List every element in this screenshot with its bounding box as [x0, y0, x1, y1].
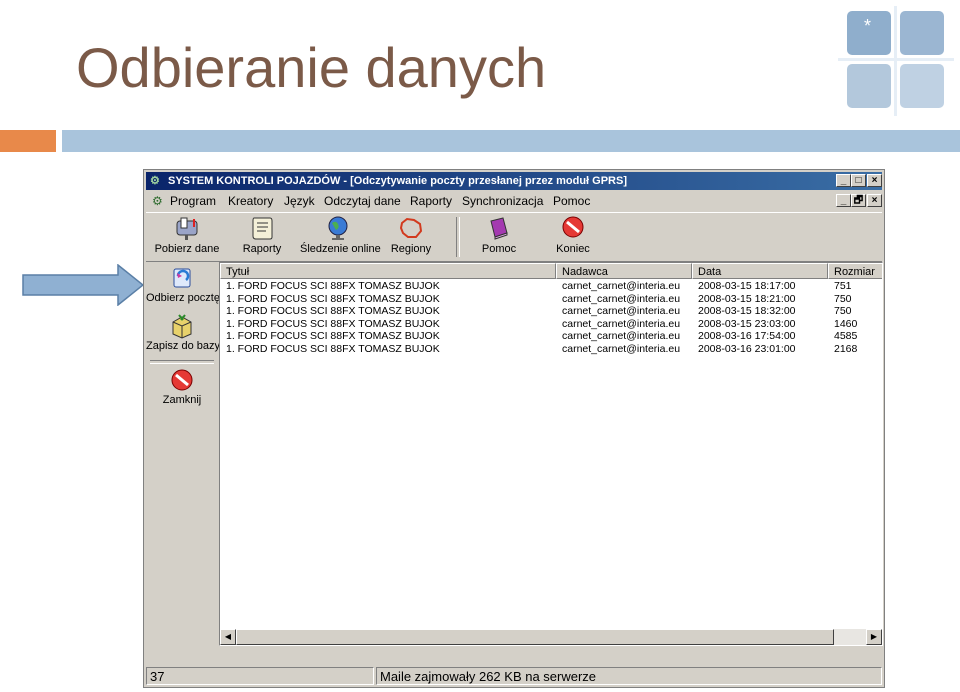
- side-action-label: Zapisz do bazy: [146, 340, 220, 352]
- scroll-left-icon[interactable]: ◀: [220, 629, 236, 645]
- mdi-minimize-button[interactable]: _: [836, 194, 851, 207]
- accent-bar-blue: [62, 130, 960, 152]
- cell-date: 2008-03-16 23:01:00: [698, 343, 796, 355]
- detail-strip: [219, 648, 883, 664]
- accent-bar-orange: [0, 130, 56, 152]
- toolbar-label: Pobierz dane: [154, 243, 220, 255]
- cell-sender: carnet_carnet@interia.eu: [562, 343, 681, 355]
- cell-sender: carnet_carnet@interia.eu: [562, 292, 681, 305]
- cell-sender: carnet_carnet@interia.eu: [562, 280, 681, 292]
- menu-synchronizacja[interactable]: Synchronizacja: [462, 191, 543, 211]
- toolbar-label: Koniec: [556, 243, 590, 255]
- toolbar-label: Pomoc: [481, 243, 517, 255]
- cell-date: 2008-03-15 18:17:00: [698, 280, 796, 292]
- mdi-close-button[interactable]: ×: [867, 194, 882, 207]
- scrollbar-thumb[interactable]: [236, 629, 834, 645]
- cell-size: 1460: [834, 317, 858, 330]
- stop-icon: [171, 369, 193, 391]
- side-action-label: Zamknij: [162, 394, 202, 406]
- toolbar-separator: [456, 217, 460, 257]
- table-row[interactable]: 1. FORD FOCUS SCI 88FX TOMASZ BUJOK carn…: [220, 318, 882, 330]
- mdi-restore-button[interactable]: 🗗: [851, 194, 866, 207]
- status-count: 37: [146, 667, 374, 685]
- cell-title: 1. FORD FOCUS SCI 88FX TOMASZ BUJOK: [226, 343, 440, 355]
- menu-jezyk[interactable]: Język: [284, 191, 315, 211]
- cell-date: 2008-03-15 18:21:00: [698, 292, 796, 305]
- receive-mail-icon: [173, 268, 191, 288]
- menu-kreatory[interactable]: Kreatory: [228, 191, 273, 211]
- toolbar-pobierz-dane-button[interactable]: Pobierz dane: [150, 215, 224, 259]
- toolbar-label: Raporty: [242, 243, 282, 255]
- globe-icon: [328, 216, 348, 240]
- cell-date: 2008-03-15 23:03:00: [698, 317, 796, 330]
- column-header-tytul[interactable]: Tytuł: [220, 263, 556, 279]
- maximize-button[interactable]: □: [851, 174, 866, 187]
- side-action-panel: Odbierz pocztę Zapisz do bazy Zamknij: [146, 262, 220, 654]
- toolbar: Pobierz dane Raporty Śledzenie online Re…: [146, 212, 882, 262]
- table-row[interactable]: 1. FORD FOCUS SCI 88FX TOMASZ BUJOK carn…: [220, 343, 882, 355]
- side-action-label: Odbierz pocztę: [146, 292, 220, 304]
- box-icon: [172, 314, 192, 339]
- logo-star: *: [864, 16, 872, 36]
- cell-sender: carnet_carnet@interia.eu: [562, 317, 681, 330]
- cell-sender: carnet_carnet@interia.eu: [562, 305, 681, 318]
- cell-size: 751: [834, 280, 852, 292]
- window-titlebar[interactable]: ⚙ SYSTEM KONTROLI POJAZDÓW - [Odczytywan…: [146, 172, 882, 190]
- app-window: ⚙ SYSTEM KONTROLI POJAZDÓW - [Odczytywan…: [143, 169, 885, 688]
- cell-title: 1. FORD FOCUS SCI 88FX TOMASZ BUJOK: [226, 317, 440, 330]
- cell-date: 2008-03-16 17:54:00: [698, 330, 796, 343]
- help-book-icon: [490, 217, 508, 240]
- table-row[interactable]: 1. FORD FOCUS SCI 88FX TOMASZ BUJOK carn…: [220, 330, 882, 342]
- mail-list: Tytuł Nadawca Data Rozmiar 1. FORD FOCUS…: [219, 262, 883, 646]
- toolbar-raporty-button[interactable]: Raporty: [234, 215, 290, 259]
- mailbox-icon: [176, 217, 198, 240]
- table-row[interactable]: 1. FORD FOCUS SCI 88FX TOMASZ BUJOK carn…: [220, 280, 882, 292]
- cell-sender: carnet_carnet@interia.eu: [562, 330, 681, 343]
- column-header-nadawca[interactable]: Nadawca: [556, 263, 692, 279]
- scroll-right-icon[interactable]: ▶: [866, 629, 882, 645]
- column-header-rozmiar[interactable]: Rozmiar: [828, 263, 882, 279]
- status-message: Maile zajmowały 262 KB na serwerze: [376, 667, 882, 685]
- table-row[interactable]: 1. FORD FOCUS SCI 88FX TOMASZ BUJOK carn…: [220, 305, 882, 317]
- toolbar-pomoc-button[interactable]: Pomoc: [476, 215, 522, 259]
- cell-size: 750: [834, 292, 852, 305]
- cell-date: 2008-03-15 18:32:00: [698, 305, 796, 318]
- cell-size: 4585: [834, 330, 858, 343]
- cell-size: 750: [834, 305, 852, 318]
- menu-program[interactable]: Program: [170, 191, 216, 211]
- mdi-car-icon[interactable]: ⚙: [152, 195, 166, 207]
- side-panel-separator: [150, 360, 214, 364]
- stop-icon: [562, 216, 584, 238]
- toolbar-sledzenie-online-button[interactable]: Śledzenie online: [300, 215, 381, 259]
- zamknij-button[interactable]: Zamknij: [146, 366, 218, 406]
- toolbar-koniec-button[interactable]: Koniec: [550, 215, 596, 259]
- column-header-data[interactable]: Data: [692, 263, 828, 279]
- window-title: SYSTEM KONTROLI POJAZDÓW - [Odczytywanie…: [168, 175, 628, 187]
- menu-pomoc[interactable]: Pomoc: [553, 191, 590, 211]
- toolbar-label: Regiony: [390, 243, 432, 255]
- horizontal-scrollbar[interactable]: ◀ ▶: [220, 629, 882, 645]
- scroll-icon: [252, 217, 273, 240]
- minimize-button[interactable]: _: [836, 174, 851, 187]
- menu-raporty[interactable]: Raporty: [410, 191, 452, 211]
- cell-title: 1. FORD FOCUS SCI 88FX TOMASZ BUJOK: [226, 292, 440, 305]
- pointer-arrow-icon: [22, 264, 144, 306]
- table-row[interactable]: 1. FORD FOCUS SCI 88FX TOMASZ BUJOK carn…: [220, 293, 882, 305]
- zapisz-do-bazy-button[interactable]: Zapisz do bazy: [146, 312, 220, 352]
- odbierz-poczte-button[interactable]: Odbierz pocztę: [146, 264, 220, 304]
- cell-title: 1. FORD FOCUS SCI 88FX TOMASZ BUJOK: [226, 280, 440, 292]
- cell-size: 2168: [834, 343, 858, 355]
- menu-bar: ⚙ Program Kreatory Język Odczytaj dane R…: [146, 191, 882, 211]
- status-bar: 37 Maile zajmowały 262 KB na serwerze: [146, 666, 882, 686]
- cell-title: 1. FORD FOCUS SCI 88FX TOMASZ BUJOK: [226, 330, 440, 343]
- map-outline-icon: [399, 217, 423, 238]
- toolbar-regiony-button[interactable]: Regiony: [386, 215, 436, 259]
- cell-title: 1. FORD FOCUS SCI 88FX TOMASZ BUJOK: [226, 305, 440, 318]
- app-car-icon: ⚙: [150, 175, 160, 187]
- toolbar-label: Śledzenie online: [300, 243, 381, 255]
- menu-odczytaj-dane[interactable]: Odczytaj dane: [324, 191, 401, 211]
- close-button[interactable]: ×: [867, 174, 882, 187]
- slide-logo: *: [838, 6, 954, 118]
- slide-title: Odbieranie danych: [76, 36, 547, 99]
